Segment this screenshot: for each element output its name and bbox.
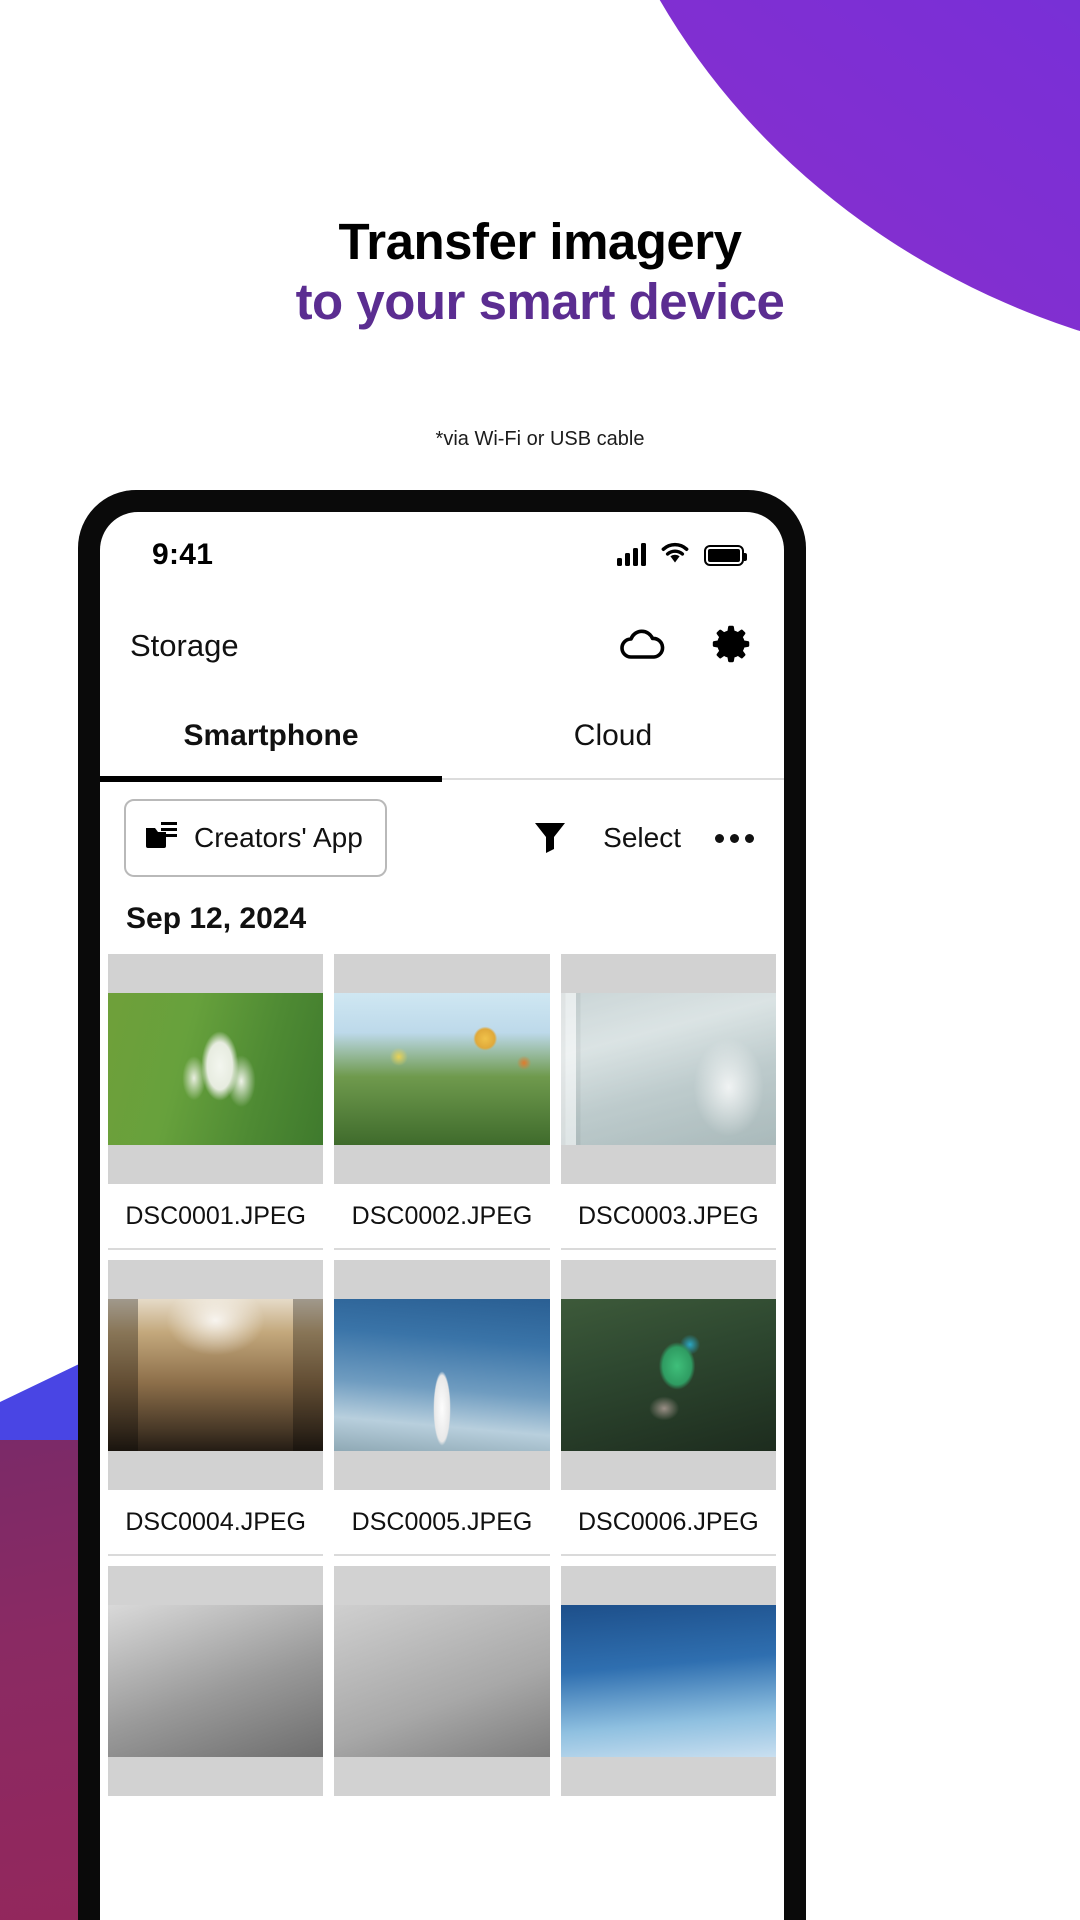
gallery-toolbar: Creators' App Select [100, 780, 784, 896]
promo-headline: Transfer imagery to your smart device [0, 212, 1080, 332]
photo-filename: DSC0002.JPEG [334, 1184, 550, 1250]
photo-grid-item[interactable]: DSC0003.JPEG [560, 954, 776, 1250]
photo-grid-item[interactable]: DSC0001.JPEG [108, 954, 324, 1250]
photo-grid-item[interactable]: DSC0005.JPEG [334, 1260, 550, 1556]
app-header: Storage [100, 598, 784, 694]
photo-grid-item[interactable] [334, 1566, 550, 1796]
phone-mockup: 9:41 Storage Smartphone Cloud Creators' … [78, 490, 806, 1920]
tab-smartphone-label: Smartphone [183, 719, 359, 752]
photo-image [108, 1299, 324, 1451]
photo-grid-item[interactable] [560, 1566, 776, 1796]
status-bar-icons [617, 541, 747, 569]
date-group-header: Sep 12, 2024 [126, 902, 307, 935]
photo-image [334, 1299, 550, 1451]
photo-image [108, 1605, 324, 1757]
photo-filename: DSC0005.JPEG [334, 1490, 550, 1556]
promo-page: Transfer imagery to your smart device *v… [0, 0, 1080, 1920]
storage-tabs: Smartphone Cloud [100, 694, 784, 782]
gear-icon[interactable] [710, 623, 752, 670]
photo-image [108, 993, 324, 1145]
cloud-icon[interactable] [618, 626, 666, 667]
photo-filename: DSC0003.JPEG [560, 1184, 776, 1250]
page-title: Storage [130, 628, 239, 663]
more-horizontal-icon[interactable] [715, 833, 754, 843]
status-bar-time: 9:41 [152, 538, 214, 571]
photo-image [560, 993, 776, 1145]
photo-thumbnail[interactable] [334, 1260, 550, 1490]
folder-list-icon [144, 820, 182, 857]
promo-footnote: *via Wi-Fi or USB cable [435, 428, 645, 450]
photo-image [560, 1299, 776, 1451]
photo-thumbnail[interactable] [108, 1566, 324, 1796]
source-selector-label: Creators' App [194, 822, 363, 853]
photo-filename: DSC0006.JPEG [560, 1490, 776, 1556]
photo-thumbnail[interactable] [108, 954, 324, 1184]
photo-grid-item[interactable] [108, 1566, 324, 1796]
photo-thumbnail[interactable] [334, 1566, 550, 1796]
toolbar-actions: Select [531, 817, 758, 860]
photo-thumbnail[interactable] [108, 1260, 324, 1490]
photo-grid-item[interactable]: DSC0002.JPEG [334, 954, 550, 1250]
phone-screen: 9:41 Storage Smartphone Cloud Creators' … [100, 512, 784, 1920]
headline-line-2: to your smart device [295, 273, 785, 331]
tab-cloud-label: Cloud [573, 719, 653, 752]
battery-full-icon [704, 544, 747, 566]
tab-cloud[interactable]: Cloud [442, 694, 784, 778]
photo-grid-item[interactable]: DSC0004.JPEG [108, 1260, 324, 1556]
photo-image [334, 1605, 550, 1757]
tab-smartphone[interactable]: Smartphone [100, 694, 442, 782]
status-bar: 9:41 [100, 512, 784, 598]
funnel-icon[interactable] [531, 817, 569, 860]
cellular-signal-icon [617, 543, 646, 566]
photo-image [334, 993, 550, 1145]
source-selector-button[interactable]: Creators' App [124, 799, 387, 877]
wifi-icon [660, 541, 690, 569]
headline-line-1: Transfer imagery [338, 213, 742, 270]
photo-thumbnail[interactable] [334, 954, 550, 1184]
photo-grid-item[interactable]: DSC0006.JPEG [560, 1260, 776, 1556]
select-button[interactable]: Select [603, 822, 681, 854]
header-actions [618, 623, 752, 670]
photo-image [560, 1605, 776, 1757]
photo-thumbnail[interactable] [560, 1566, 776, 1796]
photo-thumbnail[interactable] [560, 1260, 776, 1490]
photo-filename: DSC0001.JPEG [108, 1184, 324, 1250]
photo-filename: DSC0004.JPEG [108, 1490, 324, 1556]
photo-grid: DSC0001.JPEG DSC0002.JPEG DSC0003.JPEG D… [100, 954, 784, 1796]
photo-thumbnail[interactable] [560, 954, 776, 1184]
